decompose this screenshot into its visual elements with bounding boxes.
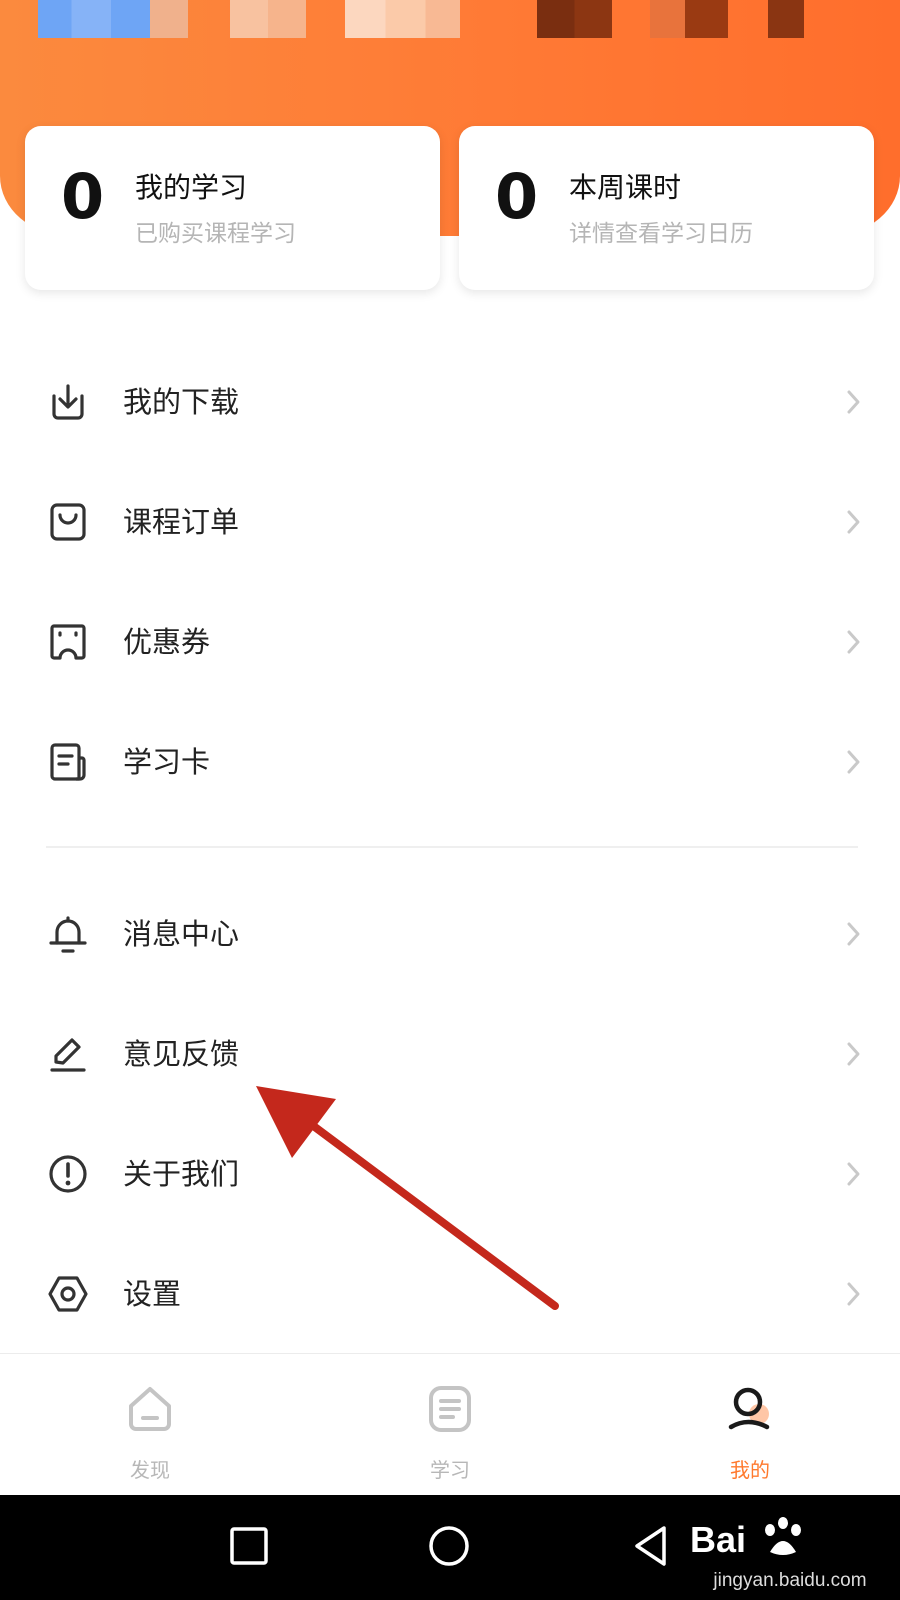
chevron-right-icon (847, 390, 860, 414)
menu-item-orders[interactable]: 课程订单 (0, 472, 900, 572)
home-circle-icon[interactable] (426, 1523, 472, 1569)
settings-hexagon-icon (48, 1276, 88, 1312)
menu-label-feedback: 意见反馈 (123, 1037, 240, 1071)
bell-icon (49, 916, 87, 953)
menu-label-study-card: 学习卡 (123, 745, 211, 779)
blurred-profile-info (230, 0, 306, 38)
watermark-url: jingyan.baidu.com (713, 1570, 867, 1591)
svg-text:Bai: Bai (690, 1519, 746, 1560)
menu-item-downloads[interactable]: 我的下载 (0, 352, 900, 452)
chevron-right-icon (847, 1282, 860, 1306)
weekly-hours-subtitle: 详情查看学习日历 (569, 221, 753, 247)
weekly-hours-count: 0 (495, 160, 539, 233)
back-icon[interactable] (628, 1523, 674, 1569)
blurred-profile-info (650, 0, 728, 38)
study-card-icon (50, 743, 86, 781)
chevron-right-icon (847, 1042, 860, 1066)
chevron-right-icon (847, 1162, 860, 1186)
menu-item-messages[interactable]: 消息中心 (0, 884, 900, 984)
profile-icon (728, 1387, 770, 1430)
bottom-tab-bar: 发现 学习 我的 (0, 1353, 900, 1495)
tab-discover[interactable]: 发现 (0, 1354, 300, 1496)
menu-item-settings[interactable]: 设置 (0, 1244, 900, 1344)
menu-label-messages: 消息中心 (123, 917, 240, 951)
blurred-profile-info (537, 0, 612, 38)
blurred-profile-info (768, 0, 804, 38)
coupon-icon (50, 624, 86, 660)
menu-item-coupons[interactable]: 优惠券 (0, 592, 900, 692)
home-icon (129, 1387, 171, 1431)
menu-label-orders: 课程订单 (123, 505, 240, 539)
my-study-subtitle: 已购买课程学习 (135, 221, 296, 247)
blurred-profile-info (150, 0, 188, 38)
chevron-right-icon (847, 750, 860, 774)
menu-label-downloads: 我的下载 (123, 385, 240, 419)
chevron-right-icon (847, 510, 860, 534)
edit-pen-icon (50, 1038, 86, 1072)
menu-divider (46, 846, 858, 848)
weekly-hours-card[interactable]: 0 本周课时 详情查看学习日历 (459, 126, 874, 290)
my-study-title: 我的学习 (135, 171, 248, 204)
menu-label-about: 关于我们 (123, 1157, 240, 1191)
info-exclamation-icon (49, 1155, 87, 1193)
tab-study[interactable]: 学习 (300, 1354, 600, 1496)
menu-item-study-card[interactable]: 学习卡 (0, 712, 900, 812)
tab-mine[interactable]: 我的 (600, 1354, 900, 1496)
weekly-hours-title: 本周课时 (569, 171, 682, 204)
menu-item-feedback[interactable]: 意见反馈 (0, 1004, 900, 1104)
chevron-right-icon (847, 630, 860, 654)
tab-label-study: 学习 (430, 1458, 470, 1482)
menu-label-coupons: 优惠券 (123, 625, 211, 659)
shopping-bag-icon (50, 503, 86, 541)
tab-label-mine: 我的 (730, 1458, 770, 1482)
menu-label-settings: 设置 (123, 1277, 182, 1311)
tab-label-discover: 发现 (130, 1458, 170, 1482)
menu-item-about[interactable]: 关于我们 (0, 1124, 900, 1224)
blurred-profile-info (345, 0, 460, 38)
my-study-card[interactable]: 0 我的学习 已购买课程学习 (25, 126, 440, 290)
my-study-count: 0 (61, 160, 105, 233)
recent-apps-icon[interactable] (226, 1523, 272, 1569)
baidu-jingyan-watermark: Bai jingyan.baidu.com (690, 1508, 890, 1598)
baidu-paw-logo: Bai (690, 1517, 801, 1560)
study-doc-icon (429, 1386, 471, 1432)
chevron-right-icon (847, 922, 860, 946)
download-icon (52, 384, 84, 420)
blurred-profile-info (38, 0, 150, 38)
